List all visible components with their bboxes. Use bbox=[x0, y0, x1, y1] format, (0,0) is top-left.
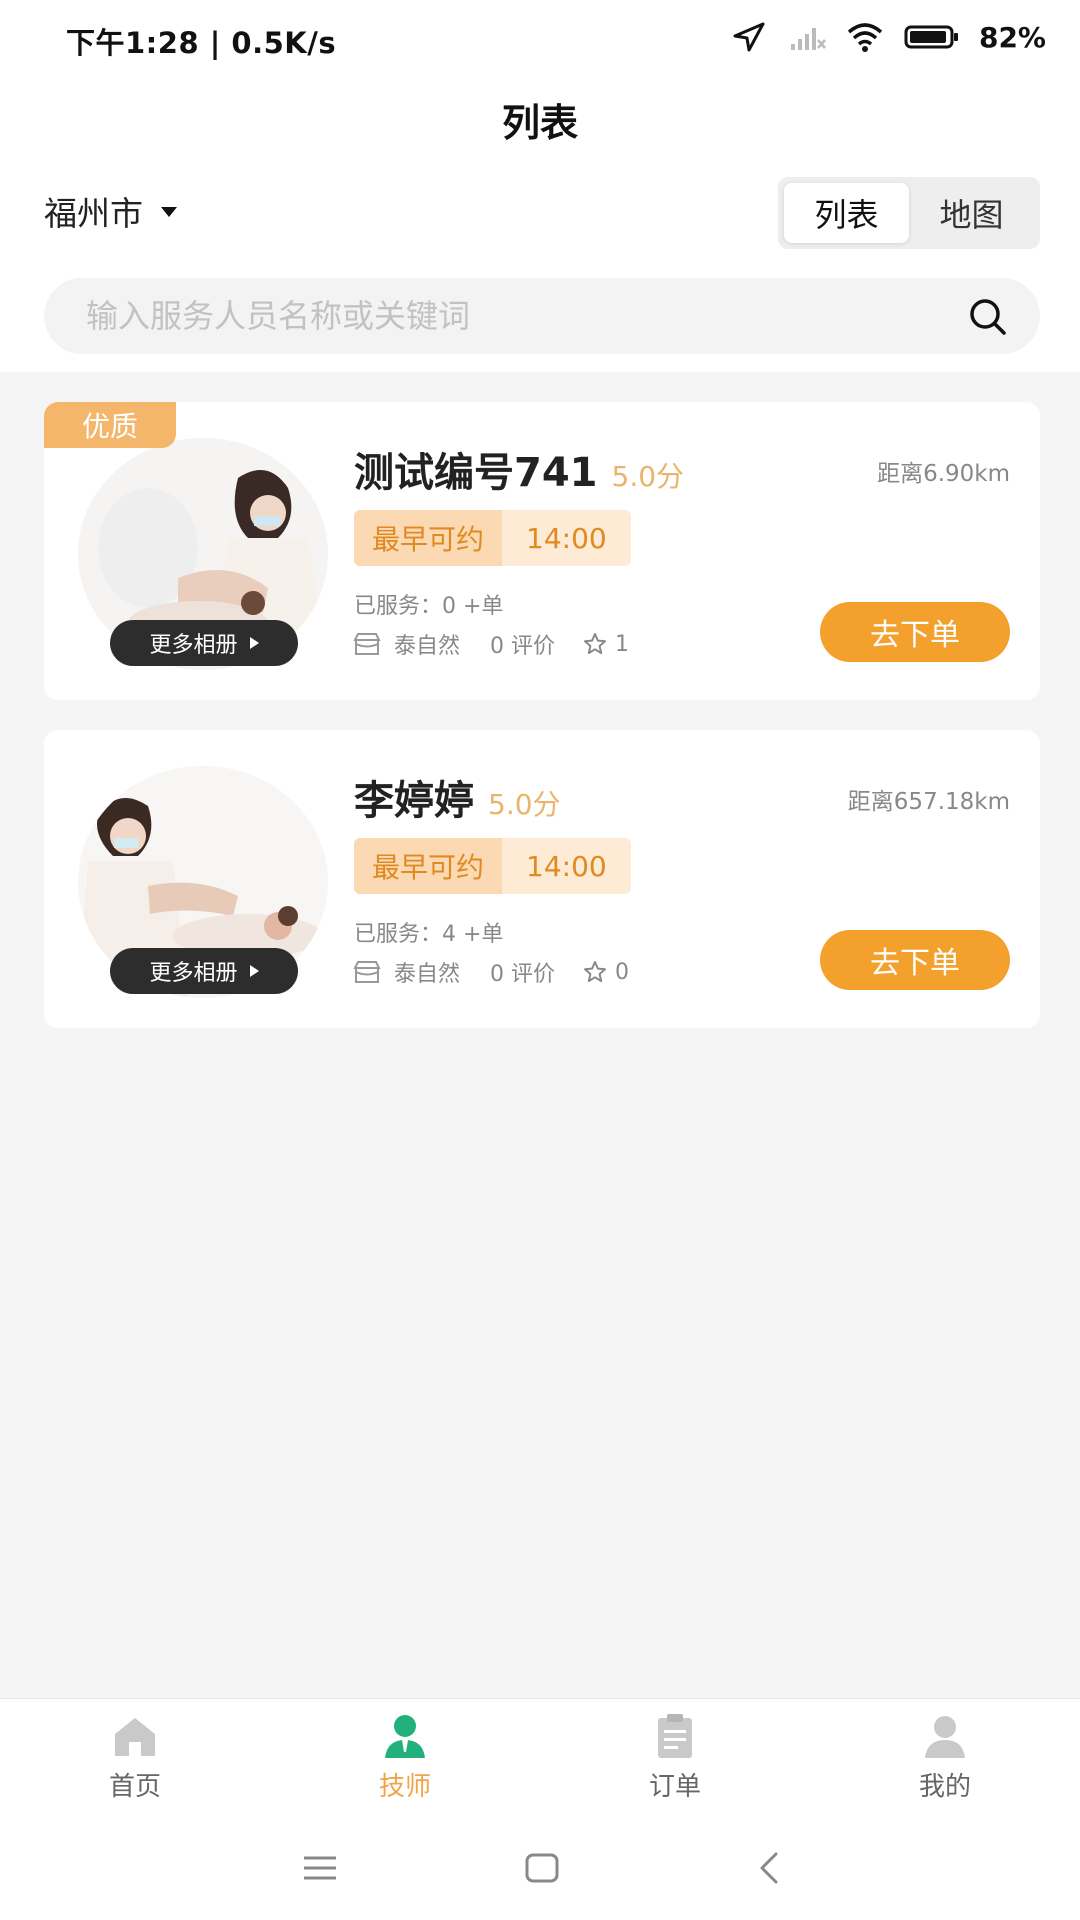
app-root: 下午1:28 | 0.5K/s 82% 列表 福州市 列表 地图 输入服务人员名… bbox=[0, 0, 1080, 1920]
caret-down-icon bbox=[161, 207, 177, 217]
status-bar: 下午1:28 | 0.5K/s 82% bbox=[0, 0, 1080, 82]
more-album-button[interactable]: 更多相册 bbox=[110, 948, 298, 994]
menu-icon[interactable] bbox=[300, 1850, 340, 1886]
toggle-list[interactable]: 列表 bbox=[784, 183, 909, 243]
name-row: 李婷婷 5.0分 bbox=[354, 768, 561, 826]
star-count: 0 bbox=[615, 959, 630, 985]
store-name: 泰自然 bbox=[394, 962, 461, 987]
signal-icon bbox=[790, 28, 826, 50]
tab-label: 首页 bbox=[108, 1772, 161, 1802]
therapist-list: 优质 更多相册 测试编号741 5.0分 距离6.90km 最早可约 14:00… bbox=[44, 402, 1040, 1058]
therapist-name: 测试编号741 bbox=[354, 450, 598, 496]
therapist-card[interactable]: 优质 更多相册 测试编号741 5.0分 距离6.90km 最早可约 14:00… bbox=[44, 402, 1040, 700]
review-count: 0 评价 bbox=[490, 962, 556, 987]
status-time-speed: 下午1:28 | 0.5K/s bbox=[66, 26, 337, 60]
tab-orders[interactable]: 订单 bbox=[540, 1699, 810, 1814]
back-icon[interactable] bbox=[750, 1850, 790, 1886]
meta-row: 泰自然 0 评价 1 bbox=[352, 628, 629, 660]
therapist-card[interactable]: 更多相册 李婷婷 5.0分 距离657.18km 最早可约 14:00 已服务：… bbox=[44, 730, 1040, 1028]
earliest-label: 最早可约 bbox=[354, 510, 503, 566]
therapist-icon bbox=[385, 1715, 425, 1758]
star-count: 1 bbox=[615, 631, 630, 657]
place-order-button[interactable]: 去下单 bbox=[820, 602, 1010, 662]
play-arrow-icon bbox=[249, 965, 259, 977]
tab-label: 订单 bbox=[648, 1772, 701, 1802]
wifi-icon bbox=[847, 23, 883, 52]
therapist-score: 5.0分 bbox=[488, 788, 561, 821]
system-nav-bar bbox=[0, 1814, 1080, 1920]
earliest-availability: 最早可约 14:00 bbox=[354, 510, 631, 566]
tab-profile[interactable]: 我的 bbox=[810, 1699, 1080, 1814]
city-label: 福州市 bbox=[44, 194, 143, 233]
earliest-label: 最早可约 bbox=[354, 838, 503, 894]
play-arrow-icon bbox=[249, 637, 259, 649]
battery-percent: 82% bbox=[978, 20, 1046, 54]
store-name: 泰自然 bbox=[394, 634, 461, 659]
tab-therapist[interactable]: 技师 bbox=[270, 1699, 540, 1814]
store-icon bbox=[353, 633, 381, 655]
location-arrow-icon bbox=[733, 22, 765, 52]
album-label: 更多相册 bbox=[149, 961, 238, 986]
album-label: 更多相册 bbox=[149, 633, 238, 658]
more-album-button[interactable]: 更多相册 bbox=[110, 620, 298, 666]
store-icon bbox=[353, 961, 381, 983]
meta-row: 泰自然 0 评价 0 bbox=[352, 956, 629, 988]
earliest-availability: 最早可约 14:00 bbox=[354, 838, 631, 894]
served-count: 已服务：4 +单 bbox=[354, 922, 504, 947]
bottom-tab-bar: 首页 技师 订单 我的 bbox=[0, 1698, 1080, 1814]
home-square-icon[interactable] bbox=[522, 1850, 562, 1886]
served-count: 已服务：0 +单 bbox=[354, 594, 504, 619]
view-toggle: 列表 地图 bbox=[778, 177, 1040, 249]
home-icon bbox=[115, 1718, 155, 1756]
earliest-time: 14:00 bbox=[502, 510, 631, 566]
therapist-name: 李婷婷 bbox=[354, 778, 474, 824]
toggle-map[interactable]: 地图 bbox=[909, 183, 1034, 243]
tab-home[interactable]: 首页 bbox=[0, 1699, 270, 1814]
star-icon bbox=[584, 633, 607, 654]
status-icons: 82% bbox=[729, 20, 1046, 54]
earliest-time: 14:00 bbox=[502, 838, 631, 894]
profile-icon bbox=[925, 1716, 965, 1758]
quality-badge: 优质 bbox=[44, 402, 176, 448]
battery-icon bbox=[904, 25, 958, 49]
place-order-button[interactable]: 去下单 bbox=[820, 930, 1010, 990]
therapist-score: 5.0分 bbox=[611, 460, 685, 493]
order-icon bbox=[658, 1714, 692, 1758]
review-count: 0 评价 bbox=[490, 634, 556, 659]
tab-label: 技师 bbox=[378, 1772, 431, 1802]
distance: 距离657.18km bbox=[847, 789, 1010, 815]
tab-label: 我的 bbox=[918, 1772, 971, 1802]
page-title: 列表 bbox=[501, 101, 578, 145]
search-bar bbox=[44, 278, 1040, 354]
search-input[interactable] bbox=[86, 297, 964, 335]
distance: 距离6.90km bbox=[877, 461, 1010, 487]
city-selector[interactable]: 福州市 bbox=[44, 187, 177, 235]
name-row: 测试编号741 5.0分 bbox=[354, 440, 684, 498]
search-icon[interactable] bbox=[964, 293, 1010, 339]
header: 列表 福州市 列表 地图 bbox=[0, 82, 1080, 372]
star-icon bbox=[584, 961, 607, 982]
